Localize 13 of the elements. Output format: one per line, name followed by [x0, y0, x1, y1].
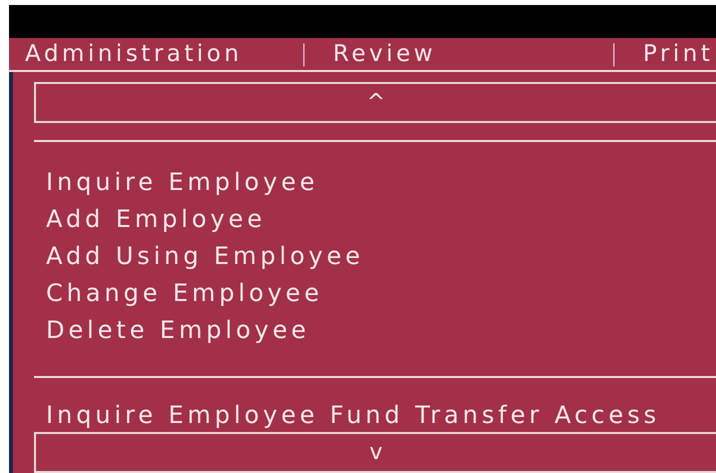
menu-option[interactable]: Add Employee [46, 201, 716, 238]
menu-separator: | [300, 41, 309, 67]
menu-item[interactable]: Print [643, 41, 714, 67]
menu-option[interactable]: Inquire Employee Fund Transfer Access [46, 398, 716, 432]
menu-option[interactable]: Add Using Employee [46, 238, 716, 275]
menu-item[interactable]: Review [333, 41, 610, 67]
scroll-down-button[interactable]: v [34, 432, 716, 473]
menu-option[interactable]: Change Employee [46, 275, 716, 312]
menu-separator: | [610, 41, 619, 67]
scroll-up-button[interactable]: ^ [34, 82, 716, 123]
menu-item[interactable]: Administration [25, 41, 300, 67]
menu-option[interactable]: Inquire Employee [46, 164, 716, 201]
menu-option[interactable]: Delete Employee [46, 312, 716, 349]
